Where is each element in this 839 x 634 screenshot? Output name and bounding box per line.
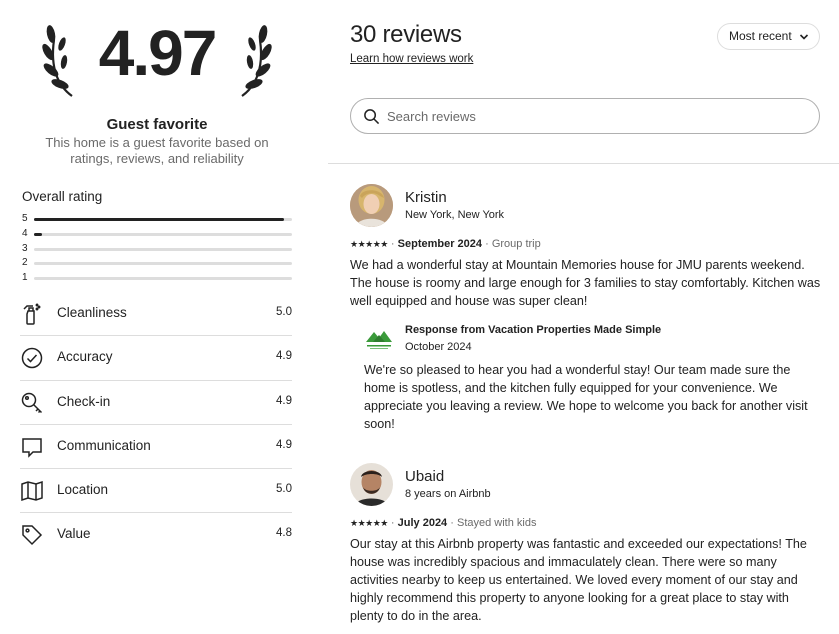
- category-label: Accuracy: [57, 349, 113, 365]
- reviews-count-heading: 30 reviews: [350, 21, 462, 48]
- search-reviews-input[interactable]: [387, 107, 807, 125]
- category-value: 4.9: [276, 350, 292, 363]
- meta-separator: ·: [390, 238, 395, 250]
- distribution-track: [34, 262, 292, 266]
- category-location: Location 5.0: [20, 469, 292, 514]
- response-title: Response from Vacation Properties Made S…: [405, 324, 662, 336]
- guest-favorite-title: Guest favorite: [106, 116, 208, 133]
- reviewer-photo: [350, 463, 393, 506]
- check-circle-icon: [21, 348, 43, 369]
- distribution-track: [34, 218, 292, 221]
- distribution-star-label: 2: [22, 257, 28, 269]
- reviewer-name: Kristin: [405, 189, 447, 206]
- trip-type: Stayed with kids: [456, 517, 537, 529]
- review-text: We had a wonderful stay at Mountain Memo…: [350, 258, 821, 308]
- distribution-row: 2: [22, 256, 292, 271]
- avatar[interactable]: [350, 184, 393, 227]
- meta-separator: ·: [485, 238, 489, 250]
- guest-favorite-hero: 4.97: [0, 14, 314, 97]
- category-label: Communication: [57, 437, 151, 453]
- meta-separator: ·: [450, 517, 454, 529]
- category-value: 5.0: [276, 306, 292, 318]
- tag-icon: [22, 525, 43, 546]
- star-rating: ★★★★★: [350, 239, 388, 249]
- category-cleanliness: Cleanliness 5.0: [20, 292, 292, 337]
- category-label: Value: [57, 526, 91, 542]
- distribution-row: 4: [22, 227, 292, 242]
- avatar[interactable]: [350, 463, 393, 506]
- category-label: Check-in: [57, 393, 111, 409]
- rating-distribution: 5 4 3 2 1: [22, 212, 292, 286]
- map-icon: [21, 481, 43, 502]
- distribution-row: 3: [22, 242, 292, 257]
- distribution-star-label: 5: [22, 213, 28, 224]
- category-value-rating: Value 4.8: [20, 513, 292, 557]
- category-value: 5.0: [276, 483, 292, 496]
- rating-summary-panel: 4.97 Guest favorite This home is a guest…: [0, 0, 320, 634]
- laurel-right-icon: [241, 25, 272, 97]
- distribution-track: [34, 277, 292, 281]
- distribution-track: [34, 232, 292, 236]
- response-text: We're so pleased to hear you had a wonde…: [364, 363, 808, 431]
- reviewer-location: New York, New York: [405, 209, 505, 221]
- sort-dropdown[interactable]: Most recent: [717, 23, 820, 50]
- host-logo: [366, 331, 392, 349]
- search-reviews-box[interactable]: [350, 98, 820, 134]
- reviewer-photo: [350, 184, 393, 227]
- response-date: October 2024: [405, 341, 472, 353]
- trip-type: Group trip: [491, 238, 541, 250]
- meta-separator: ·: [390, 517, 395, 529]
- distribution-star-label: 4: [22, 227, 28, 239]
- review-date: July 2024: [397, 517, 448, 529]
- spray-bottle-icon: [23, 303, 41, 325]
- section-divider: [328, 163, 839, 164]
- reviewer-tenure: 8 years on Airbnb: [405, 488, 491, 500]
- key-icon: [21, 392, 43, 413]
- chevron-down-icon: [799, 34, 809, 40]
- sort-dropdown-label: Most recent: [729, 29, 792, 43]
- distribution-row: 1: [22, 271, 292, 286]
- distribution-star-label: 3: [22, 242, 28, 254]
- distribution-star-label: 1: [22, 272, 28, 284]
- review-date: September 2024: [397, 238, 483, 250]
- category-check-in: Check-in 4.9: [20, 381, 292, 425]
- review-meta: ★★★★★ · July 2024 · Stayed with kids: [350, 517, 536, 529]
- category-label: Location: [57, 482, 109, 498]
- overall-rating-label: Overall rating: [22, 189, 103, 204]
- search-icon: [364, 109, 380, 125]
- category-accuracy: Accuracy 4.9: [20, 336, 292, 381]
- distribution-row: 5: [22, 212, 292, 227]
- distribution-fill: [34, 232, 42, 236]
- category-value: 4.9: [276, 394, 292, 407]
- category-value: 4.8: [276, 527, 292, 540]
- reviewer-name: Ubaid: [405, 468, 445, 485]
- review-text: Our stay at this Airbnb property was fan…: [350, 537, 807, 623]
- guest-favorite-subtitle: This home is a guest favorite based on r…: [45, 135, 269, 166]
- category-label: Cleanliness: [57, 305, 127, 320]
- distribution-track: [34, 247, 292, 251]
- category-communication: Communication 4.9: [20, 425, 292, 470]
- review-meta: ★★★★★ · September 2024 · Group trip: [350, 238, 541, 250]
- learn-how-reviews-work-link[interactable]: Learn how reviews work: [350, 53, 473, 65]
- category-ratings: Cleanliness 5.0 Accuracy 4.9 Check-in 4.…: [20, 292, 292, 558]
- chat-bubble-icon: [22, 438, 42, 458]
- star-rating: ★★★★★: [350, 518, 388, 528]
- category-value: 4.9: [276, 438, 292, 451]
- distribution-fill: [34, 218, 285, 221]
